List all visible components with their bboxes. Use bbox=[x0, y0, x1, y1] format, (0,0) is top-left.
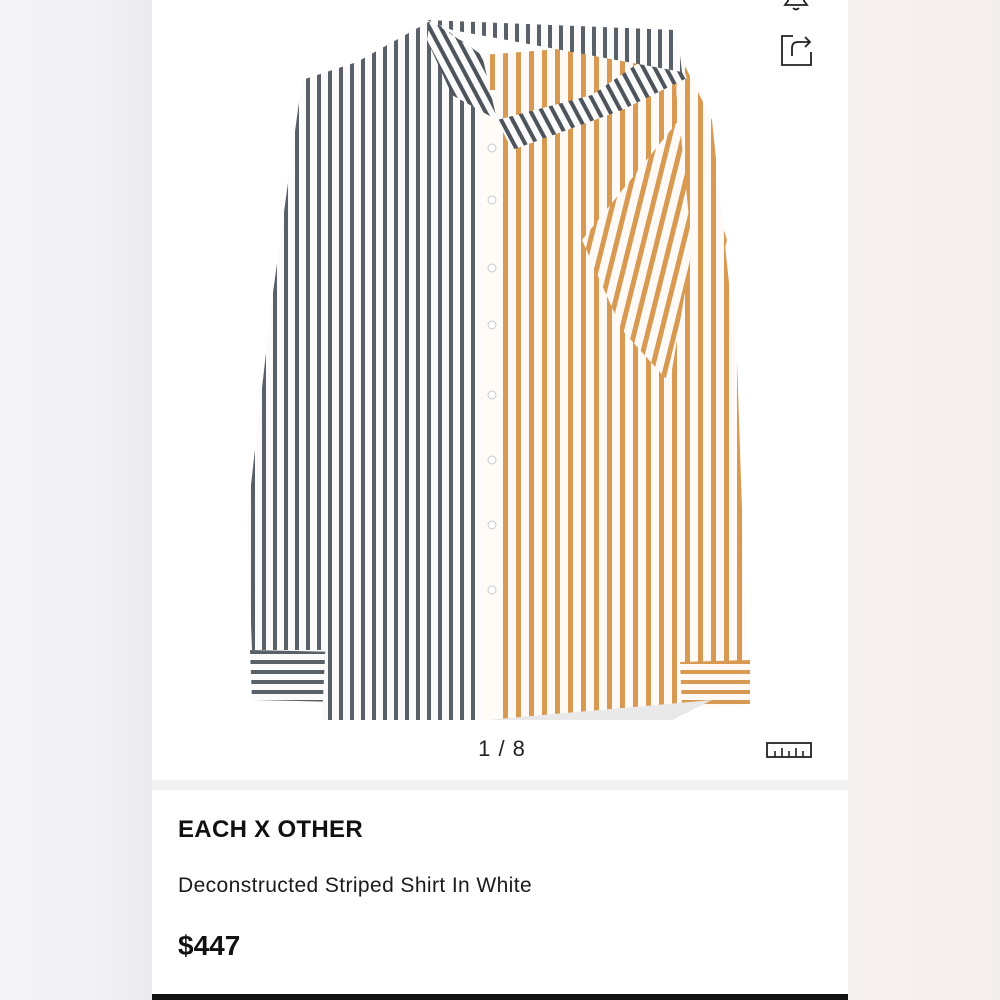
section-divider bbox=[152, 780, 848, 790]
product-image[interactable] bbox=[152, 0, 848, 730]
product-price: $447 bbox=[178, 930, 241, 961]
bell-icon[interactable] bbox=[778, 0, 814, 14]
bottom-bar bbox=[152, 994, 848, 1000]
product-name: Deconstructed Striped Shirt In White bbox=[178, 874, 533, 897]
product-brand[interactable]: EACH X OTHER bbox=[178, 816, 363, 844]
gallery-page-indicator: 1 / 8 bbox=[478, 736, 526, 761]
ruler-icon[interactable] bbox=[764, 736, 814, 764]
product-page: 1 / 8 EACH X OTHER Deconstructed Striped… bbox=[152, 0, 848, 1000]
blurred-backdrop-right bbox=[848, 0, 1000, 1000]
blurred-backdrop-left bbox=[0, 0, 152, 1000]
product-image-gallery[interactable]: 1 / 8 bbox=[152, 0, 848, 780]
share-icon[interactable] bbox=[778, 30, 816, 70]
